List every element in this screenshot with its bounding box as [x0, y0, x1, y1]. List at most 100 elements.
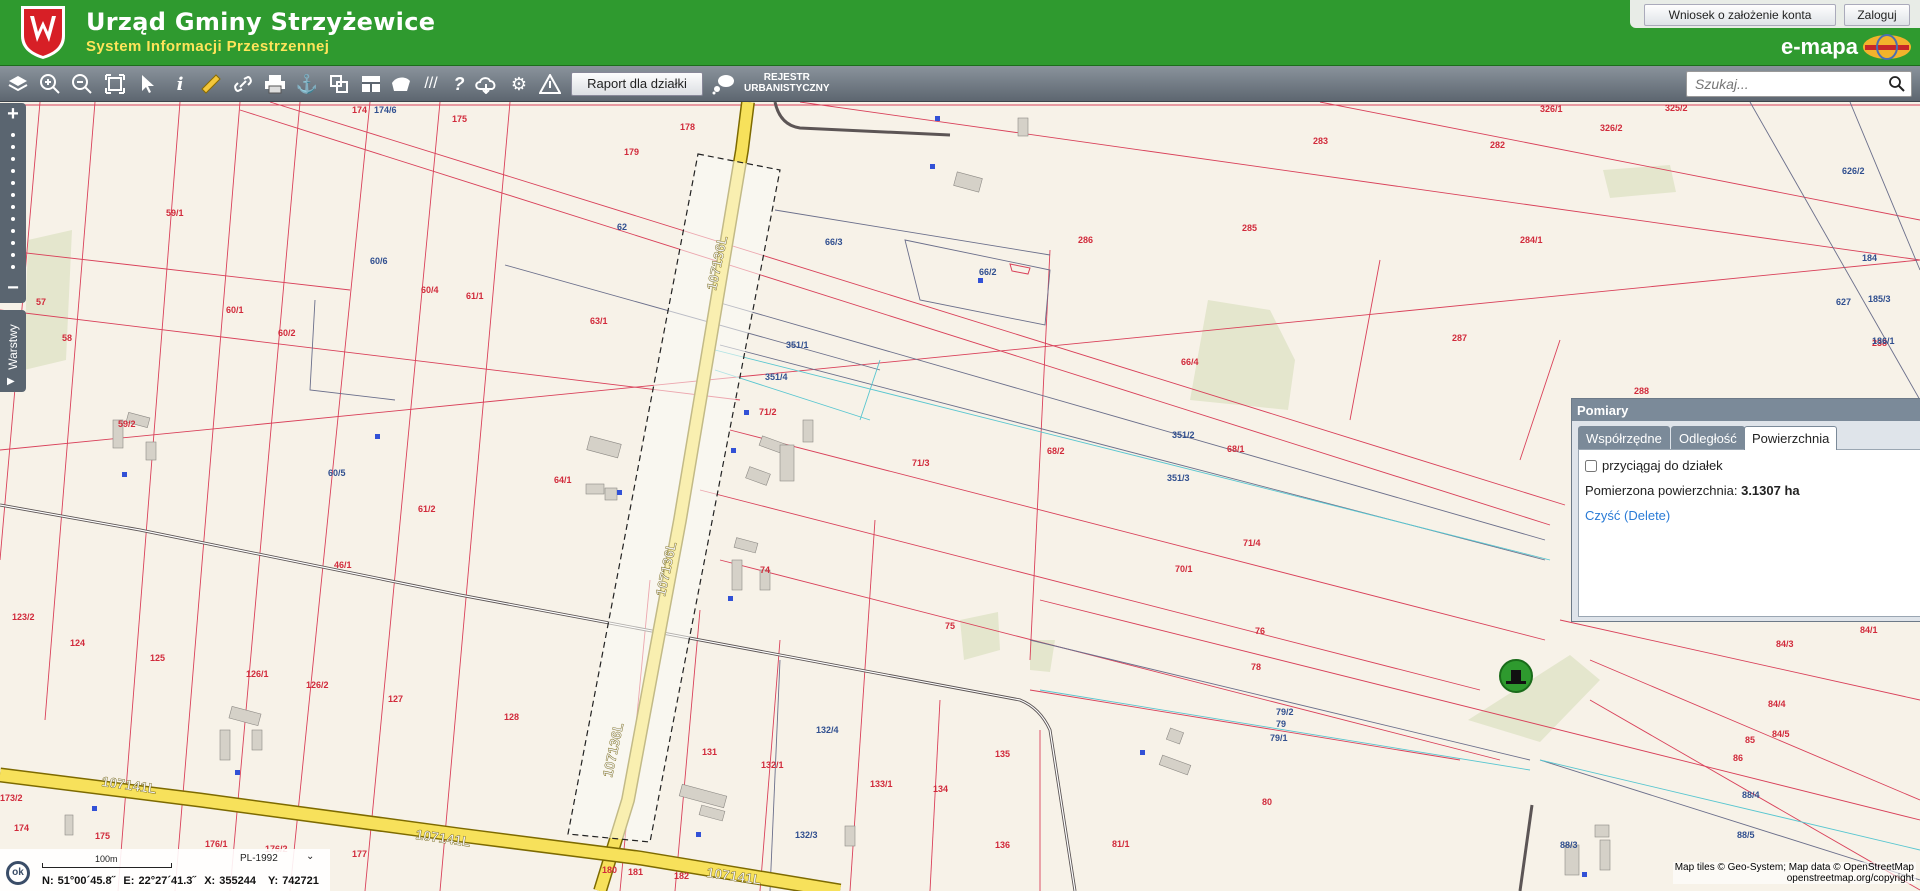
- zoom-out-button[interactable]: −: [3, 278, 23, 299]
- panel-title: Pomiary: [1572, 399, 1920, 421]
- svg-text:59/2: 59/2: [118, 419, 136, 429]
- svg-text:180: 180: [602, 865, 617, 875]
- svg-text:78: 78: [1251, 662, 1261, 672]
- svg-text:132/3: 132/3: [795, 830, 818, 840]
- svg-text:60/5: 60/5: [328, 468, 346, 478]
- zoom-in-button[interactable]: +: [3, 104, 23, 125]
- y-value: Y: 742721: [267, 875, 319, 887]
- search-input[interactable]: [1687, 72, 1877, 96]
- zoom-extent-icon[interactable]: [102, 71, 128, 97]
- layers-icon[interactable]: [5, 71, 31, 97]
- map-toolbar: i ⚓ /// ? ⚙ Raport dla działki REJESTR U…: [0, 66, 1920, 102]
- svg-text:176/1: 176/1: [205, 839, 228, 849]
- svg-text:62: 62: [617, 222, 627, 232]
- speech-bubble-icon[interactable]: [710, 71, 736, 97]
- svg-text:79: 79: [1276, 719, 1286, 729]
- attribution-line1: Map tiles © Geo-System; Map data © OpenS…: [1674, 862, 1914, 873]
- zoom-level-dot[interactable]: [11, 169, 15, 173]
- raport-button[interactable]: Raport dla działki: [571, 72, 703, 96]
- svg-text:326/1: 326/1: [1540, 104, 1563, 114]
- zoom-level-dot[interactable]: [11, 217, 15, 221]
- geo-system-logo: [1863, 34, 1911, 60]
- svg-text:626/2: 626/2: [1842, 166, 1865, 176]
- svg-text:79/1: 79/1: [1270, 733, 1288, 743]
- zoom-in-icon[interactable]: [37, 71, 63, 97]
- layout-icon[interactable]: [358, 71, 384, 97]
- zoom-level-dot[interactable]: [11, 145, 15, 149]
- search-icon[interactable]: [1889, 76, 1905, 92]
- clear-link[interactable]: Czyść (Delete): [1585, 508, 1915, 523]
- snap-label: przyciągaj do działek: [1602, 458, 1723, 473]
- zoom-level-dot[interactable]: [11, 253, 15, 257]
- ok-button[interactable]: ok: [6, 861, 30, 885]
- svg-text:131: 131: [702, 747, 717, 757]
- rejestr-urbanistyczny-button[interactable]: REJESTR URBANISTYCZNY: [744, 72, 830, 94]
- rejestr-line1: REJESTR: [763, 72, 810, 83]
- link-icon[interactable]: [230, 71, 256, 97]
- svg-text:325/2: 325/2: [1665, 103, 1688, 113]
- svg-text:174/6: 174/6: [374, 105, 397, 115]
- hatch-icon[interactable]: ///: [418, 71, 444, 97]
- compare-icon[interactable]: [326, 71, 352, 97]
- svg-text:84/1: 84/1: [1860, 625, 1878, 635]
- search-box: [1686, 71, 1912, 97]
- apply-account-button[interactable]: Wniosek o założenie konta: [1644, 4, 1836, 26]
- zoom-level-dot[interactable]: [11, 205, 15, 209]
- svg-text:124: 124: [70, 638, 85, 648]
- coat-of-arms-logo: [21, 6, 65, 59]
- zoom-level-dot[interactable]: [11, 241, 15, 245]
- attribution-line2[interactable]: openstreetmap.org/copyright: [1675, 873, 1914, 884]
- cloud-download-icon[interactable]: [473, 71, 499, 97]
- zoom-level-dot[interactable]: [11, 265, 15, 269]
- svg-text:58: 58: [62, 333, 72, 343]
- svg-text:285: 285: [1242, 223, 1257, 233]
- draw-icon[interactable]: [388, 71, 414, 97]
- svg-text:61/2: 61/2: [418, 504, 436, 514]
- svg-text:288: 288: [1634, 386, 1649, 396]
- svg-text:351/2: 351/2: [1172, 430, 1195, 440]
- crs-select[interactable]: PL-1992: [240, 853, 278, 864]
- svg-text:181: 181: [628, 867, 643, 877]
- svg-text:59/1: 59/1: [166, 208, 184, 218]
- area-label: Pomierzona powierzchnia:: [1585, 483, 1738, 498]
- page-subtitle: System Informacji Przestrzennej: [86, 38, 330, 55]
- zoom-level-dot[interactable]: [11, 193, 15, 197]
- layers-panel-toggle[interactable]: Warstwy ▶: [0, 310, 26, 392]
- brand-label: e-mapa: [1780, 34, 1858, 59]
- marker-pin[interactable]: [1499, 659, 1533, 693]
- measurement-panel: Pomiary Współrzędne Odległość Powierzchn…: [1571, 398, 1920, 622]
- svg-text:81/1: 81/1: [1112, 839, 1130, 849]
- svg-text:326/2: 326/2: [1600, 123, 1623, 133]
- zoom-out-icon[interactable]: [69, 71, 95, 97]
- chevron-down-icon[interactable]: ⌄: [306, 851, 314, 862]
- x-value: X: 355244: [204, 875, 256, 887]
- zoom-level-dot[interactable]: [11, 133, 15, 137]
- zoom-level-dot[interactable]: [11, 157, 15, 161]
- tab-odleglosc[interactable]: Odległość: [1671, 426, 1745, 449]
- anchor-icon[interactable]: ⚓: [294, 71, 320, 97]
- warning-icon[interactable]: [537, 71, 563, 97]
- svg-text:135: 135: [995, 749, 1010, 759]
- triangle-right-icon: ▶: [7, 376, 15, 387]
- tab-wspolrzedne[interactable]: Współrzędne: [1578, 426, 1670, 449]
- pointer-icon[interactable]: [135, 71, 161, 97]
- login-button[interactable]: Zaloguj: [1844, 4, 1910, 26]
- settings-icon[interactable]: ⚙: [506, 71, 532, 97]
- svg-text:60/1: 60/1: [226, 305, 244, 315]
- print-icon[interactable]: [262, 71, 288, 97]
- measure-ruler-icon[interactable]: [198, 71, 224, 97]
- svg-text:63/1: 63/1: [590, 316, 608, 326]
- svg-text:71/4: 71/4: [1243, 538, 1261, 548]
- svg-text:287: 287: [1452, 333, 1467, 343]
- zoom-level-dot[interactable]: [11, 229, 15, 233]
- zoom-control: + −: [0, 103, 26, 303]
- tab-powierzchnia[interactable]: Powierzchnia: [1744, 426, 1838, 450]
- snap-checkbox[interactable]: [1585, 459, 1597, 472]
- svg-text:75: 75: [945, 621, 955, 631]
- help-icon[interactable]: ?: [446, 71, 472, 97]
- svg-text:174: 174: [352, 105, 367, 115]
- svg-text:66/3: 66/3: [825, 237, 843, 247]
- info-icon[interactable]: i: [167, 71, 193, 97]
- zoom-level-dot[interactable]: [11, 181, 15, 185]
- svg-text:174: 174: [14, 823, 29, 833]
